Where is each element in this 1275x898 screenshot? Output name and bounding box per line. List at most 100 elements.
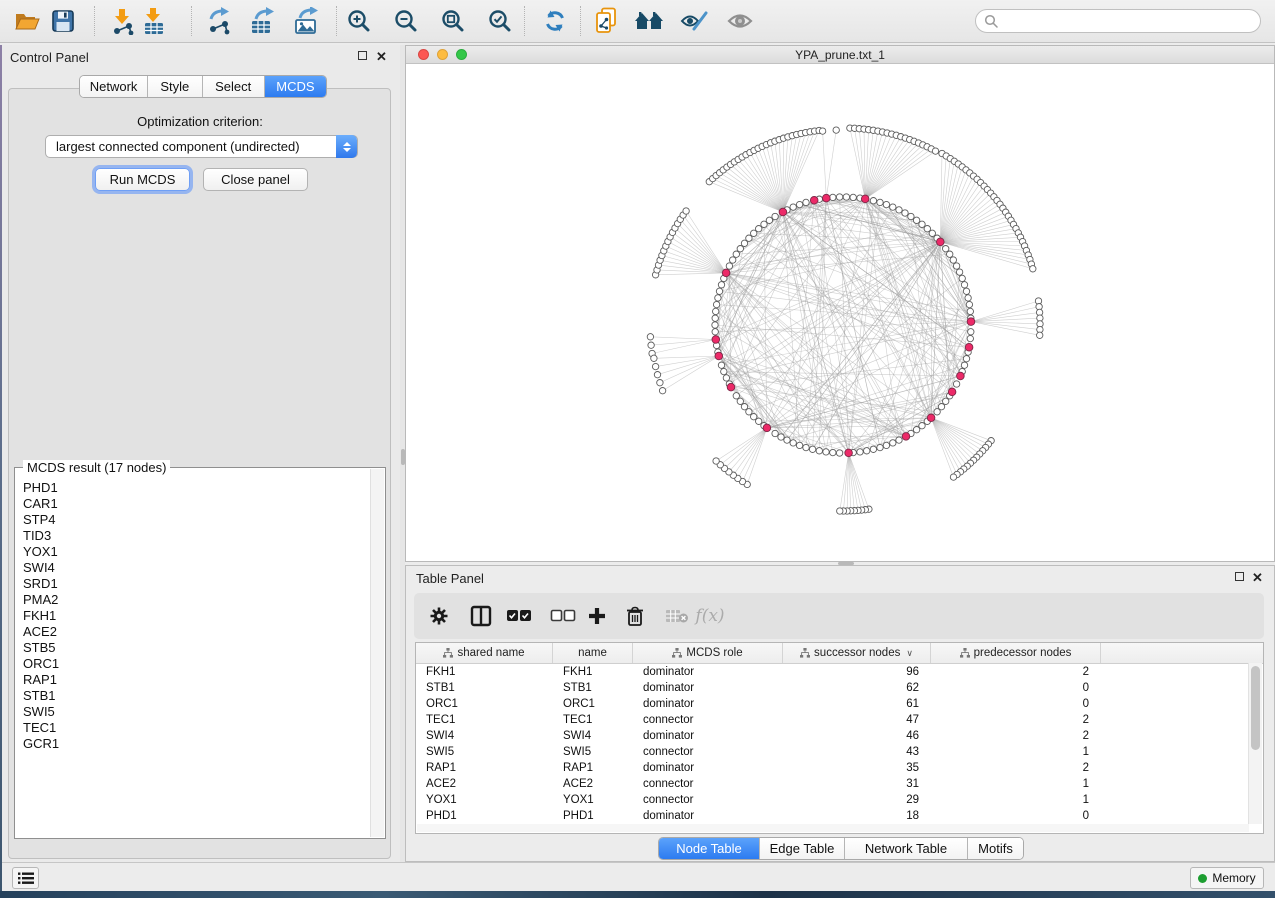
graph-dominator-node[interactable] — [727, 383, 735, 391]
graph-node[interactable] — [943, 246, 949, 252]
import-network-icon[interactable] — [106, 4, 140, 38]
graph-node[interactable] — [652, 363, 658, 369]
graph-node[interactable] — [965, 295, 971, 301]
graph-node[interactable] — [718, 282, 724, 288]
graph-dominator-node[interactable] — [715, 352, 723, 360]
export-image-icon[interactable] — [290, 4, 324, 38]
graph-node[interactable] — [751, 414, 757, 420]
graph-node[interactable] — [823, 449, 829, 455]
home-icon[interactable] — [632, 4, 666, 38]
graph-node[interactable] — [877, 444, 883, 450]
graph-node[interactable] — [737, 398, 743, 404]
float-table-panel-icon[interactable] — [1235, 572, 1244, 581]
splitter-handle[interactable] — [401, 449, 405, 465]
graph-node[interactable] — [809, 446, 815, 452]
graph-node[interactable] — [836, 194, 842, 200]
zoom-out-icon[interactable] — [389, 4, 423, 38]
graph-node[interactable] — [657, 380, 663, 386]
column-header-successor-nodes[interactable]: successor nodes∨ — [783, 643, 931, 663]
graph-node[interactable] — [772, 213, 778, 219]
graph-node[interactable] — [1037, 332, 1043, 338]
graph-node[interactable] — [715, 295, 721, 301]
graph-node[interactable] — [963, 356, 969, 362]
graph-node[interactable] — [890, 440, 896, 446]
graph-node[interactable] — [819, 128, 825, 134]
table-row-STB1[interactable]: STB1STB1dominator620 — [416, 680, 1263, 696]
graph-node[interactable] — [830, 449, 836, 455]
graph-node[interactable] — [950, 257, 956, 263]
graph-node[interactable] — [659, 388, 665, 394]
tab-select[interactable]: Select — [203, 76, 265, 97]
delete-table-icon[interactable] — [662, 602, 692, 630]
graph-node[interactable] — [967, 308, 973, 314]
graph-node[interactable] — [864, 448, 870, 454]
run-mcds-button[interactable]: Run MCDS — [95, 168, 190, 191]
table-row-TEC1[interactable]: TEC1TEC1connector472 — [416, 712, 1263, 728]
graph-node[interactable] — [836, 450, 842, 456]
graph-node[interactable] — [796, 201, 802, 207]
save-session-icon[interactable] — [46, 4, 80, 38]
graph-node[interactable] — [712, 322, 718, 328]
graph-dominator-node[interactable] — [967, 318, 975, 326]
tab-motifs[interactable]: Motifs — [968, 838, 1023, 859]
tab-style[interactable]: Style — [148, 76, 202, 97]
optimization-select[interactable]: largest connected component (undirected) — [45, 135, 358, 158]
table-row-FKH1[interactable]: FKH1FKH1dominator962 — [416, 664, 1263, 680]
zoom-fit-icon[interactable] — [436, 4, 470, 38]
network-graph-canvas[interactable] — [406, 63, 1274, 561]
graph-node[interactable] — [837, 508, 843, 514]
graph-node[interactable] — [1030, 266, 1036, 272]
tab-node-table[interactable]: Node Table — [659, 838, 760, 859]
graph-node[interactable] — [784, 437, 790, 443]
ui-settings-menu-button[interactable] — [12, 867, 39, 889]
hide-panel-icon[interactable] — [677, 4, 711, 38]
add-row-icon[interactable] — [582, 602, 612, 630]
select-all-icon[interactable] — [504, 602, 534, 630]
graph-node[interactable] — [648, 342, 654, 348]
graph-node[interactable] — [908, 213, 914, 219]
close-panel-icon[interactable]: ✕ — [376, 51, 388, 63]
graph-node[interactable] — [877, 199, 883, 205]
table-hscrollbar[interactable] — [417, 824, 1249, 832]
graph-node[interactable] — [741, 404, 747, 410]
graph-node[interactable] — [959, 275, 965, 281]
graph-dominator-node[interactable] — [861, 195, 869, 203]
search-input[interactable] — [1003, 13, 1260, 29]
table-row-SWI5[interactable]: SWI5SWI5connector431 — [416, 744, 1263, 760]
share-document-icon[interactable] — [590, 4, 624, 38]
graph-node[interactable] — [950, 474, 956, 480]
column-header-MCDS-role[interactable]: MCDS role — [633, 643, 783, 663]
graph-node[interactable] — [683, 208, 689, 214]
close-table-panel-icon[interactable]: ✕ — [1252, 572, 1264, 584]
column-header-predecessor-nodes[interactable]: predecessor nodes — [931, 643, 1101, 663]
graph-node[interactable] — [713, 301, 719, 307]
graph-node[interactable] — [934, 409, 940, 415]
table-row-ORC1[interactable]: ORC1ORC1dominator610 — [416, 696, 1263, 712]
zoom-selected-icon[interactable] — [483, 4, 517, 38]
graph-node[interactable] — [896, 437, 902, 443]
graph-dominator-node[interactable] — [823, 194, 831, 202]
graph-node[interactable] — [790, 204, 796, 210]
graph-node[interactable] — [766, 217, 772, 223]
graph-node[interactable] — [850, 194, 856, 200]
export-network-icon[interactable] — [203, 4, 237, 38]
graph-node[interactable] — [961, 282, 967, 288]
tab-network-table[interactable]: Network Table — [845, 838, 968, 859]
graph-dominator-node[interactable] — [712, 336, 720, 344]
graph-node[interactable] — [963, 288, 969, 294]
import-table-icon[interactable] — [137, 4, 171, 38]
close-panel-button[interactable]: Close panel — [203, 168, 308, 191]
graph-node[interactable] — [716, 288, 722, 294]
deselect-all-icon[interactable] — [548, 602, 578, 630]
table-vscroll-thumb[interactable] — [1251, 666, 1260, 750]
graph-node[interactable] — [790, 440, 796, 446]
graph-node[interactable] — [961, 362, 967, 368]
graph-node[interactable] — [870, 446, 876, 452]
table-row-PHD1[interactable]: PHD1PHD1dominator180 — [416, 808, 1263, 824]
result-scrollbar[interactable] — [370, 469, 384, 837]
graph-node[interactable] — [870, 198, 876, 204]
graph-node[interactable] — [721, 368, 727, 374]
show-columns-icon[interactable] — [466, 602, 496, 630]
graph-node[interactable] — [713, 458, 719, 464]
graph-dominator-node[interactable] — [927, 414, 935, 422]
